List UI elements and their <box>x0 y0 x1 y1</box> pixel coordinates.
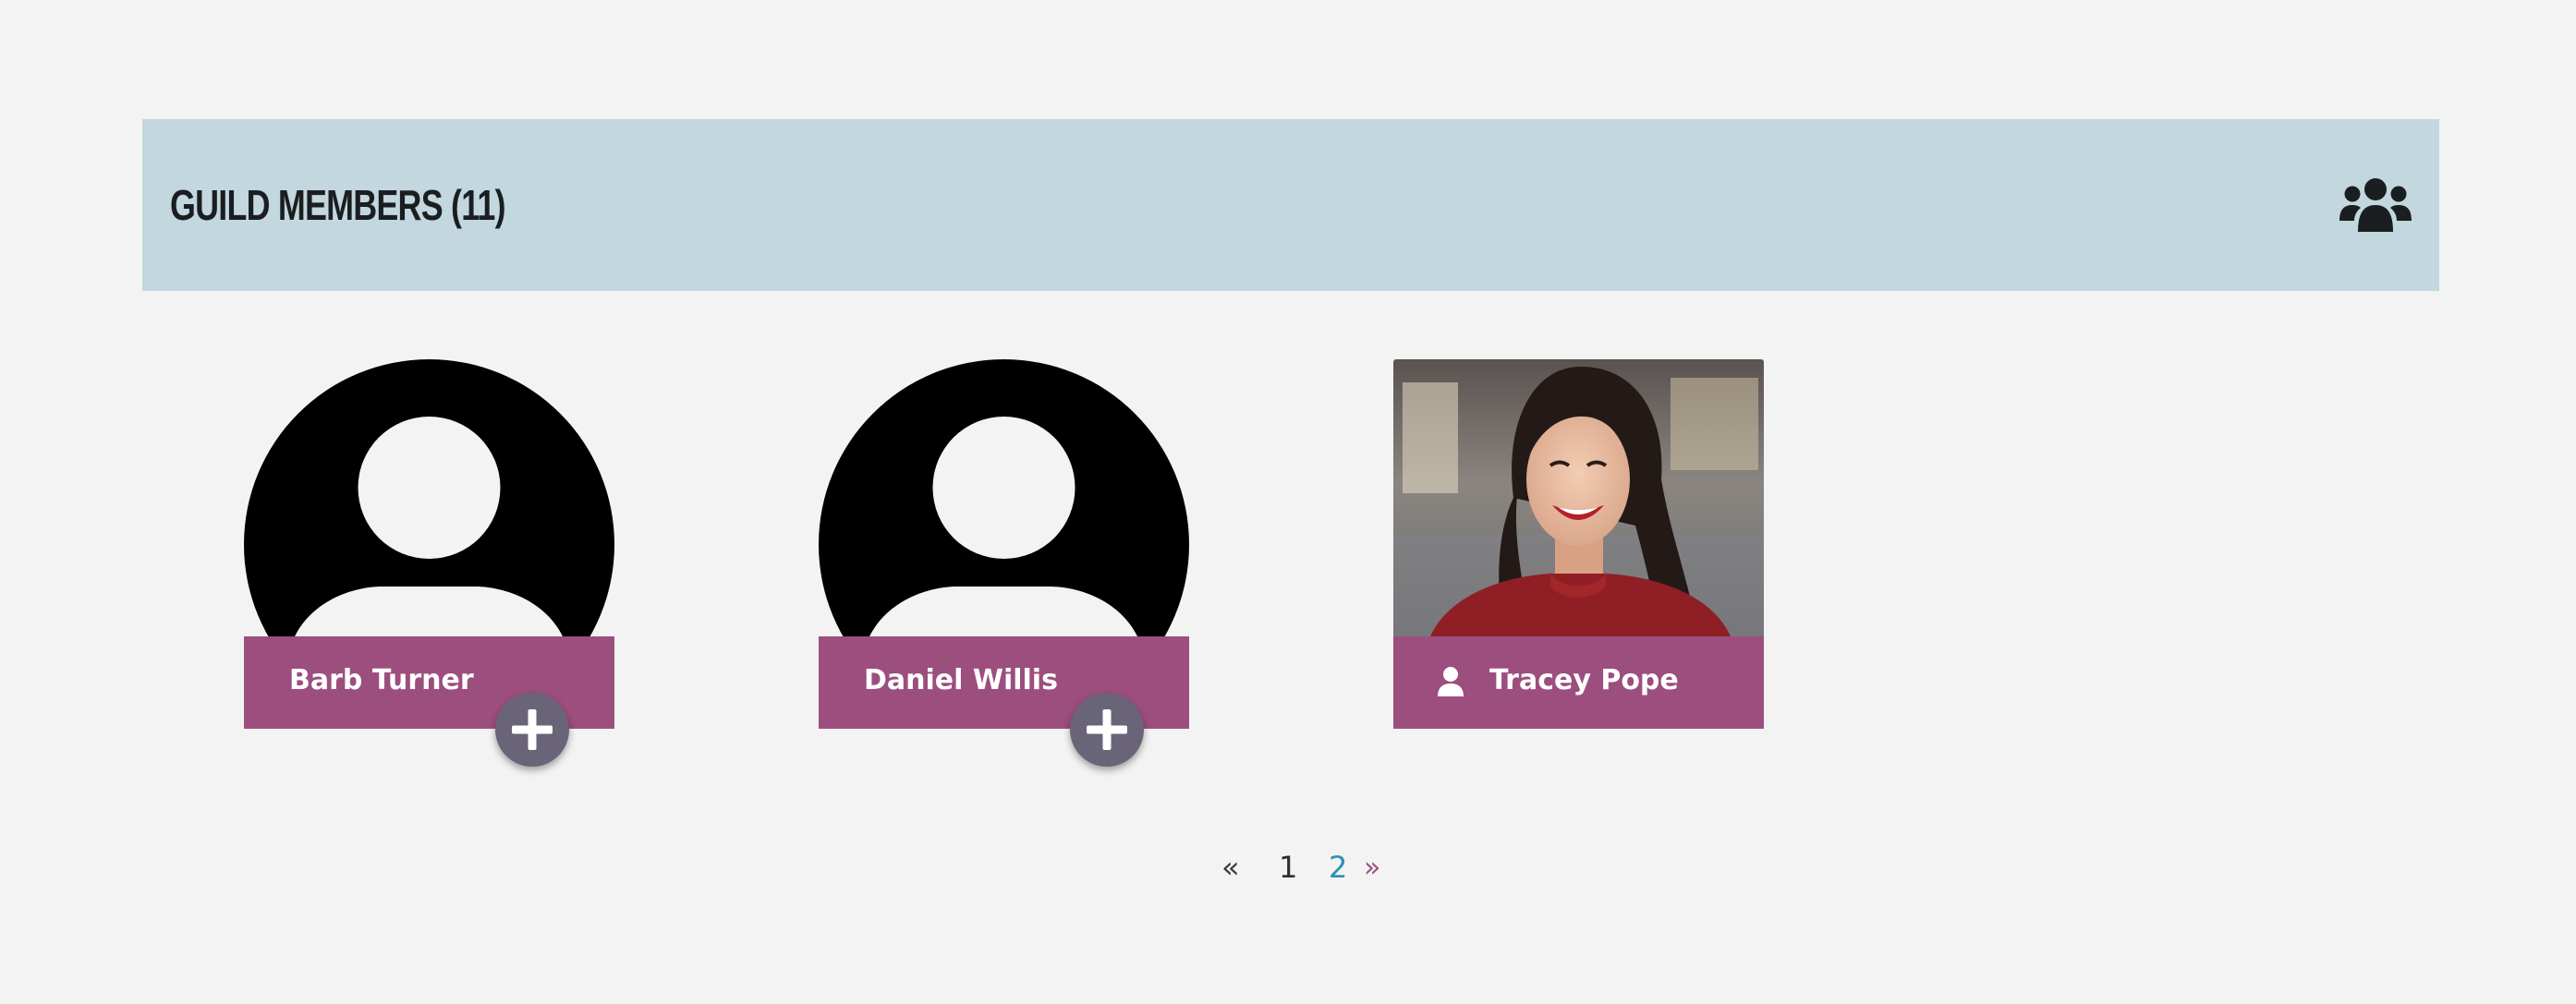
default-avatar-icon <box>244 359 614 636</box>
member-name[interactable]: Tracey Pope <box>1489 636 1679 725</box>
plus-icon <box>1087 709 1127 750</box>
add-friend-button[interactable] <box>495 693 569 767</box>
member-name[interactable]: Daniel Willis <box>864 636 1058 725</box>
member-card[interactable]: Barb Turner <box>244 359 614 767</box>
page-title: GUILD MEMBERS (11) <box>170 181 506 229</box>
default-avatar-icon <box>819 359 1189 636</box>
member-name-bar: Tracey Pope <box>1393 636 1764 729</box>
member-photo[interactable] <box>1393 359 1764 636</box>
member-name[interactable]: Barb Turner <box>289 636 474 725</box>
pagination-page-1[interactable]: 1 <box>1279 850 1297 885</box>
member-card[interactable]: Daniel Willis <box>819 359 1189 767</box>
add-friend-button[interactable] <box>1070 693 1144 767</box>
pagination-prev-link[interactable]: « <box>1221 850 1240 885</box>
users-group-icon <box>2339 178 2412 232</box>
member-card[interactable]: Tracey Pope <box>1393 359 1764 729</box>
guild-members-header: GUILD MEMBERS (11) <box>142 119 2439 291</box>
plus-icon <box>512 709 553 750</box>
pagination-page-2-current[interactable]: 2 <box>1329 850 1347 885</box>
user-icon <box>1438 667 1464 696</box>
pagination-next-link[interactable]: » <box>1364 852 1380 884</box>
